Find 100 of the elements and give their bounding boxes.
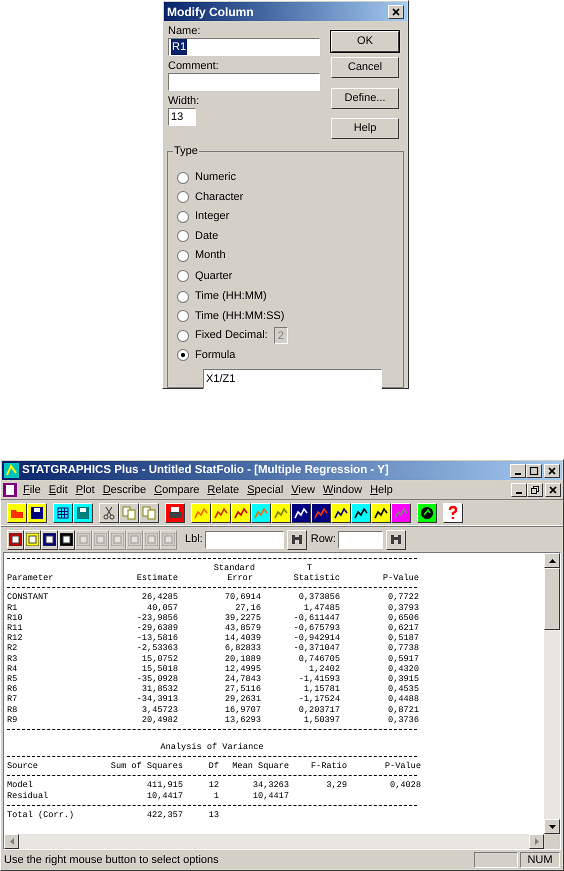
- radio-button[interactable]: [177, 191, 189, 204]
- radio-button[interactable]: [177, 210, 189, 223]
- horizontal-scrollbar[interactable]: [4, 834, 544, 849]
- column-header: Mean Square: [232, 761, 289, 772]
- table-cell: 3,45723: [142, 704, 178, 715]
- toolbar-button[interactable]: [73, 502, 93, 522]
- toolbar-button[interactable]: [417, 502, 437, 522]
- chart-icon: [392, 504, 410, 522]
- toolbar-button[interactable]: [99, 502, 119, 522]
- dialog-button[interactable]: Cancel: [331, 57, 399, 78]
- radio-button[interactable]: [177, 310, 189, 322]
- option-label[interactable]: Time (HH:MM:SS): [195, 310, 284, 323]
- table-cell: 6,82833: [224, 643, 261, 654]
- menu-item[interactable]: Relate: [203, 482, 244, 498]
- toolbar-button[interactable]: [27, 502, 47, 522]
- text-field[interactable]: R1: [168, 38, 320, 56]
- radio-button[interactable]: [177, 330, 189, 342]
- toolbar-button[interactable]: [311, 502, 331, 522]
- menu-item[interactable]: Plot: [72, 482, 99, 498]
- toolbar-button[interactable]: [331, 502, 351, 522]
- up-arrow-icon: [548, 558, 556, 562]
- menu-item[interactable]: View: [287, 482, 319, 498]
- menu-item[interactable]: Special: [243, 482, 288, 498]
- menu-item[interactable]: Describe: [98, 482, 150, 498]
- table-cell: 13,6293: [224, 714, 261, 726]
- scroll-thumb[interactable]: [544, 568, 560, 630]
- panel-icon: [26, 533, 39, 546]
- toolbar-button[interactable]: [139, 502, 159, 522]
- question-icon: [444, 504, 462, 522]
- table-cell: 39,2275: [224, 612, 261, 624]
- toolbar-button[interactable]: [165, 502, 185, 522]
- toolbar-button[interactable]: [443, 502, 463, 522]
- option-label[interactable]: Numeric: [195, 171, 236, 184]
- panel-icon: [162, 533, 175, 546]
- radio-button[interactable]: [177, 270, 189, 282]
- option-label[interactable]: Formula: [195, 348, 236, 362]
- toolbar-button[interactable]: [351, 502, 371, 522]
- radio-button[interactable]: [177, 230, 189, 242]
- toolbar-button[interactable]: [211, 502, 231, 522]
- panel-icon: [60, 533, 73, 546]
- dialog-button[interactable]: Define...: [331, 88, 399, 109]
- toolbar-button[interactable]: [271, 502, 291, 522]
- toolbar-button[interactable]: [391, 502, 411, 522]
- text-field[interactable]: 13: [168, 108, 196, 126]
- menu-item[interactable]: File: [19, 482, 45, 498]
- toolbar-button[interactable]: [7, 502, 27, 522]
- toolbar-button[interactable]: [371, 502, 391, 522]
- app-logo-icon: [4, 463, 19, 478]
- maximize-button[interactable]: [526, 464, 542, 478]
- minimize-button[interactable]: [511, 483, 527, 497]
- lbl-field[interactable]: [204, 530, 284, 548]
- toolbar-button[interactable]: [291, 502, 311, 522]
- option-label[interactable]: Fixed Decimal:: [195, 329, 268, 342]
- toolbar-button[interactable]: [41, 530, 58, 550]
- radio-button[interactable]: [177, 172, 189, 184]
- toolbar-button[interactable]: [24, 530, 41, 550]
- toolbar-button[interactable]: [231, 502, 251, 522]
- text-field[interactable]: [168, 73, 320, 91]
- radio-button[interactable]: [177, 290, 189, 303]
- option-label[interactable]: Integer: [195, 210, 230, 224]
- toolbar-button[interactable]: [119, 502, 139, 522]
- menu-item[interactable]: Compare: [150, 482, 204, 498]
- dialog-button[interactable]: Help: [331, 118, 399, 139]
- toolbar-button[interactable]: [58, 530, 75, 550]
- toolbar-button[interactable]: [53, 502, 73, 522]
- close-button[interactable]: [544, 464, 560, 478]
- vertical-scrollbar[interactable]: [544, 553, 560, 849]
- option-label[interactable]: Month: [195, 249, 226, 262]
- toolbar-button[interactable]: [251, 502, 271, 522]
- close-button[interactable]: [545, 483, 561, 497]
- table-cell: 16,9707: [224, 704, 261, 715]
- table-cell: 0,5917: [388, 654, 419, 664]
- find-button[interactable]: [286, 530, 307, 550]
- menu-item[interactable]: Help: [366, 482, 397, 498]
- table-cell: 0,3915: [388, 674, 419, 684]
- table-cell: 20,4982: [142, 714, 178, 726]
- radio-button[interactable]: [177, 349, 189, 362]
- toolbar-button[interactable]: [7, 530, 24, 550]
- table-cell: 1,15781: [304, 684, 340, 694]
- lbl-label: Lbl:: [185, 532, 203, 548]
- row-field[interactable]: [338, 530, 383, 548]
- table-cell: Model: [7, 780, 33, 791]
- radio-button[interactable]: [177, 250, 189, 262]
- table-cell: 0,4535: [388, 684, 419, 694]
- menu-item[interactable]: Edit: [44, 482, 72, 498]
- minimize-button[interactable]: [510, 464, 526, 478]
- option-label[interactable]: Time (HH:MM): [195, 290, 267, 304]
- close-icon: [547, 466, 557, 476]
- toolbar-button[interactable]: [191, 502, 211, 522]
- option-label[interactable]: Quarter: [195, 270, 232, 283]
- option-label[interactable]: Character: [195, 190, 244, 204]
- field-label: Name:: [168, 25, 202, 38]
- formula-field[interactable]: X1/Z1: [203, 369, 382, 389]
- menu-item[interactable]: Window: [318, 482, 366, 498]
- dialog-button[interactable]: OK: [331, 31, 399, 52]
- find-button[interactable]: [386, 530, 406, 550]
- restore-button[interactable]: [527, 483, 543, 497]
- close-button[interactable]: [388, 4, 404, 18]
- table-cell: R10: [7, 612, 22, 624]
- option-label[interactable]: Date: [195, 230, 218, 243]
